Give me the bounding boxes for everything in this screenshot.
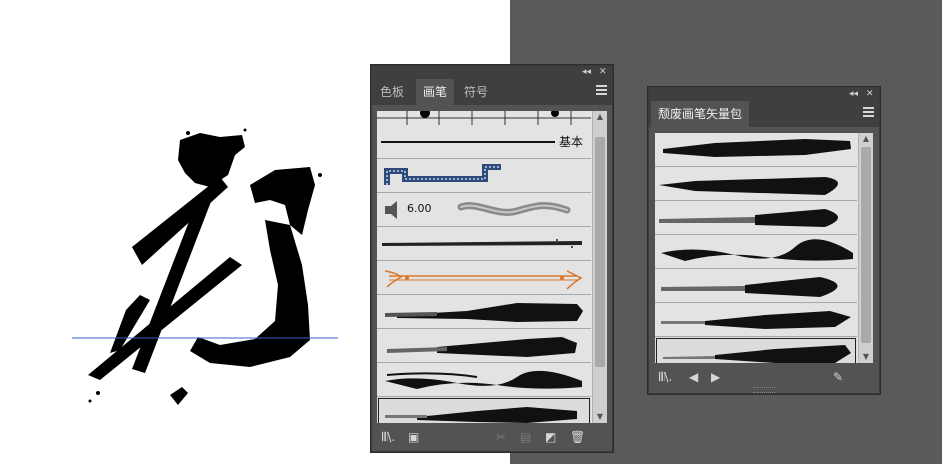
brushes-footer: 𝄃𝄃\. ▣ ✂ ▤ ◩ 🗑 [372, 425, 612, 449]
library-panel-tabs: 颓废画笔矢量包 [649, 101, 879, 127]
library-brush-row-2[interactable] [655, 167, 857, 201]
brushes-panel: ◂◂ ✕ 色板 画笔 符号 基本 6.00 ▲ ▼ 𝄃𝄃\. ▣ ✂ ▤ ◩ 🗑 [371, 65, 613, 452]
add-to-brushes-icon[interactable]: ✎ [833, 369, 843, 385]
brush-preview [384, 270, 583, 290]
calligraphy-artwork[interactable] [70, 125, 340, 415]
brush-preview [661, 277, 838, 297]
brushes-panel-tabs: 色板 画笔 符号 [372, 79, 612, 105]
library-brush-list: ▲ ▼ [655, 133, 873, 363]
brush-preview [387, 337, 577, 357]
brush-preview [659, 209, 838, 227]
brush-preview [385, 407, 577, 423]
scrollbar-thumb[interactable] [595, 137, 605, 367]
scroll-down-icon[interactable]: ▼ [593, 411, 607, 423]
library-brush-row-5[interactable] [655, 269, 857, 303]
basic-brush-label: 基本 [559, 135, 584, 149]
brush-row-grunge-3[interactable] [377, 363, 591, 397]
brush-preview [663, 345, 851, 363]
library-menu-icon[interactable]: 𝄃𝄃\. [659, 369, 672, 385]
brush-row-grunge-2[interactable] [377, 329, 591, 363]
brush-row-basic[interactable]: 基本 [377, 125, 591, 159]
tab-brushes[interactable]: 画笔 [416, 79, 454, 105]
brush-libraries-icon[interactable]: 𝄃𝄃\. [382, 429, 395, 445]
scroll-up-icon[interactable]: ▲ [859, 133, 873, 145]
close-icon[interactable]: ✕ [599, 66, 607, 79]
calligraphic-size-value: 6.00 [407, 202, 432, 215]
brush-row-art-arrow[interactable] [377, 261, 591, 295]
panel-title-strip[interactable]: ◂◂ ✕ [372, 66, 612, 79]
brush-preview [663, 139, 851, 157]
scroll-up-icon[interactable]: ▲ [593, 111, 607, 123]
panel-title-strip[interactable]: ◂◂ ✕ [649, 88, 879, 101]
brush-preview [377, 111, 591, 125]
library-brush-row-3[interactable] [655, 201, 857, 235]
double-left-arrow-icon[interactable]: ◂◂ [849, 88, 858, 101]
tab-swatches[interactable]: 色板 [376, 79, 408, 105]
library-brush-row-4[interactable] [655, 235, 857, 269]
brush-row-pattern[interactable] [377, 159, 591, 193]
library-brush-row-7-selected[interactable] [655, 337, 857, 363]
brush-preview [385, 370, 582, 389]
hamburger-menu-icon[interactable] [863, 107, 874, 119]
next-library-icon[interactable]: ▶ [711, 369, 720, 385]
previous-library-icon[interactable]: ◀ [689, 369, 698, 385]
brush-row-rough-line[interactable] [377, 227, 591, 261]
new-brush-icon[interactable]: ◩ [545, 429, 556, 445]
library-list-scrollbar[interactable]: ▲ ▼ [858, 133, 873, 363]
scrollbar-thumb[interactable] [861, 147, 871, 343]
scroll-down-icon[interactable]: ▼ [859, 351, 873, 363]
remove-stroke-icon[interactable]: ✂ [496, 429, 506, 445]
library-footer: 𝄃𝄃\. ◀ ▶ ✎ [649, 365, 879, 389]
brush-row-calligraphic[interactable]: 6.00 [377, 193, 591, 227]
brush-list-scrollbar[interactable]: ▲ ▼ [592, 111, 607, 423]
brush-library-panel: ◂◂ ✕ 颓废画笔矢量包 ▲ ▼ 𝄃𝄃\. ◀ ▶ ✎ [648, 87, 880, 394]
brush-preview [382, 239, 582, 248]
brush-row-grunge-1[interactable] [377, 295, 591, 329]
hamburger-menu-icon[interactable] [596, 85, 607, 97]
library-brush-row-6[interactable] [655, 303, 857, 337]
delete-brush-icon[interactable]: 🗑 [570, 429, 585, 445]
brush-preview [384, 164, 501, 185]
brush-row-grunge-4-selected[interactable] [377, 397, 591, 423]
library-brush-row-1[interactable] [655, 133, 857, 167]
brush-row-pattern-partial[interactable] [377, 111, 591, 126]
brush-preview [661, 239, 853, 261]
brush-library-options-icon[interactable]: ▣ [408, 429, 419, 445]
brush-preview [385, 303, 583, 322]
brush-preview [661, 311, 851, 329]
brush-preview [659, 177, 838, 195]
tab-symbols[interactable]: 符号 [458, 79, 494, 105]
tab-library[interactable]: 颓废画笔矢量包 [651, 101, 749, 127]
panel-resize-grip[interactable] [753, 387, 775, 393]
brush-list: 基本 6.00 ▲ ▼ [377, 111, 607, 423]
brush-options-icon[interactable]: ▤ [520, 429, 531, 445]
close-icon[interactable]: ✕ [866, 88, 874, 101]
double-left-arrow-icon[interactable]: ◂◂ [582, 66, 591, 79]
